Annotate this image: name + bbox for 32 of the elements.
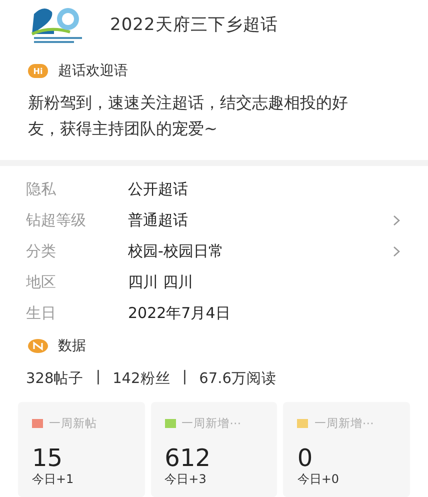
data-icon: [28, 339, 48, 353]
stat-today: 今日+3: [164, 471, 208, 488]
chevron-right-icon: [393, 215, 400, 226]
chevron-right-icon: [393, 246, 400, 257]
stat-text: 142粉丝: [112, 370, 170, 388]
info-value: 2022年7月4日: [128, 304, 232, 323]
section-title: 超话欢迎语: [58, 62, 128, 80]
info-label: 隐私: [26, 180, 57, 199]
page-title: 2022天府三下乡超话: [110, 14, 278, 36]
info-label: 地区: [26, 273, 57, 292]
card-title: 一周新增⋯: [314, 416, 374, 431]
stat-text: 328帖子: [26, 370, 84, 388]
info-value: 校园-校园日常: [128, 242, 224, 261]
stat-text: 67.6万阅读: [199, 370, 276, 388]
separator: |: [182, 369, 188, 387]
info-label: 分类: [26, 242, 57, 261]
stat-value: 612: [164, 445, 212, 471]
info-value: 普通超话: [128, 211, 189, 230]
welcome-text: 新粉驾到，速速关注超话，结交志趣相投的好友，获得主持团队的宠爱~: [28, 92, 349, 140]
stat-today: 今日+0: [297, 471, 340, 488]
hi-badge: Hi: [28, 64, 48, 78]
info-value: 四川 四川: [128, 273, 194, 292]
stat-value: 0: [297, 445, 314, 471]
separator: |: [96, 369, 101, 387]
stat-value: 15: [32, 445, 64, 471]
section-title: 数据: [58, 337, 86, 355]
card-title: 一周新帖: [49, 416, 97, 431]
stat-today: 今日+1: [32, 471, 75, 488]
info-value: 公开超话: [128, 180, 189, 199]
info-label: 生日: [26, 304, 57, 323]
info-label: 钻超等级: [26, 211, 87, 230]
card-title: 一周新增⋯: [182, 416, 242, 431]
